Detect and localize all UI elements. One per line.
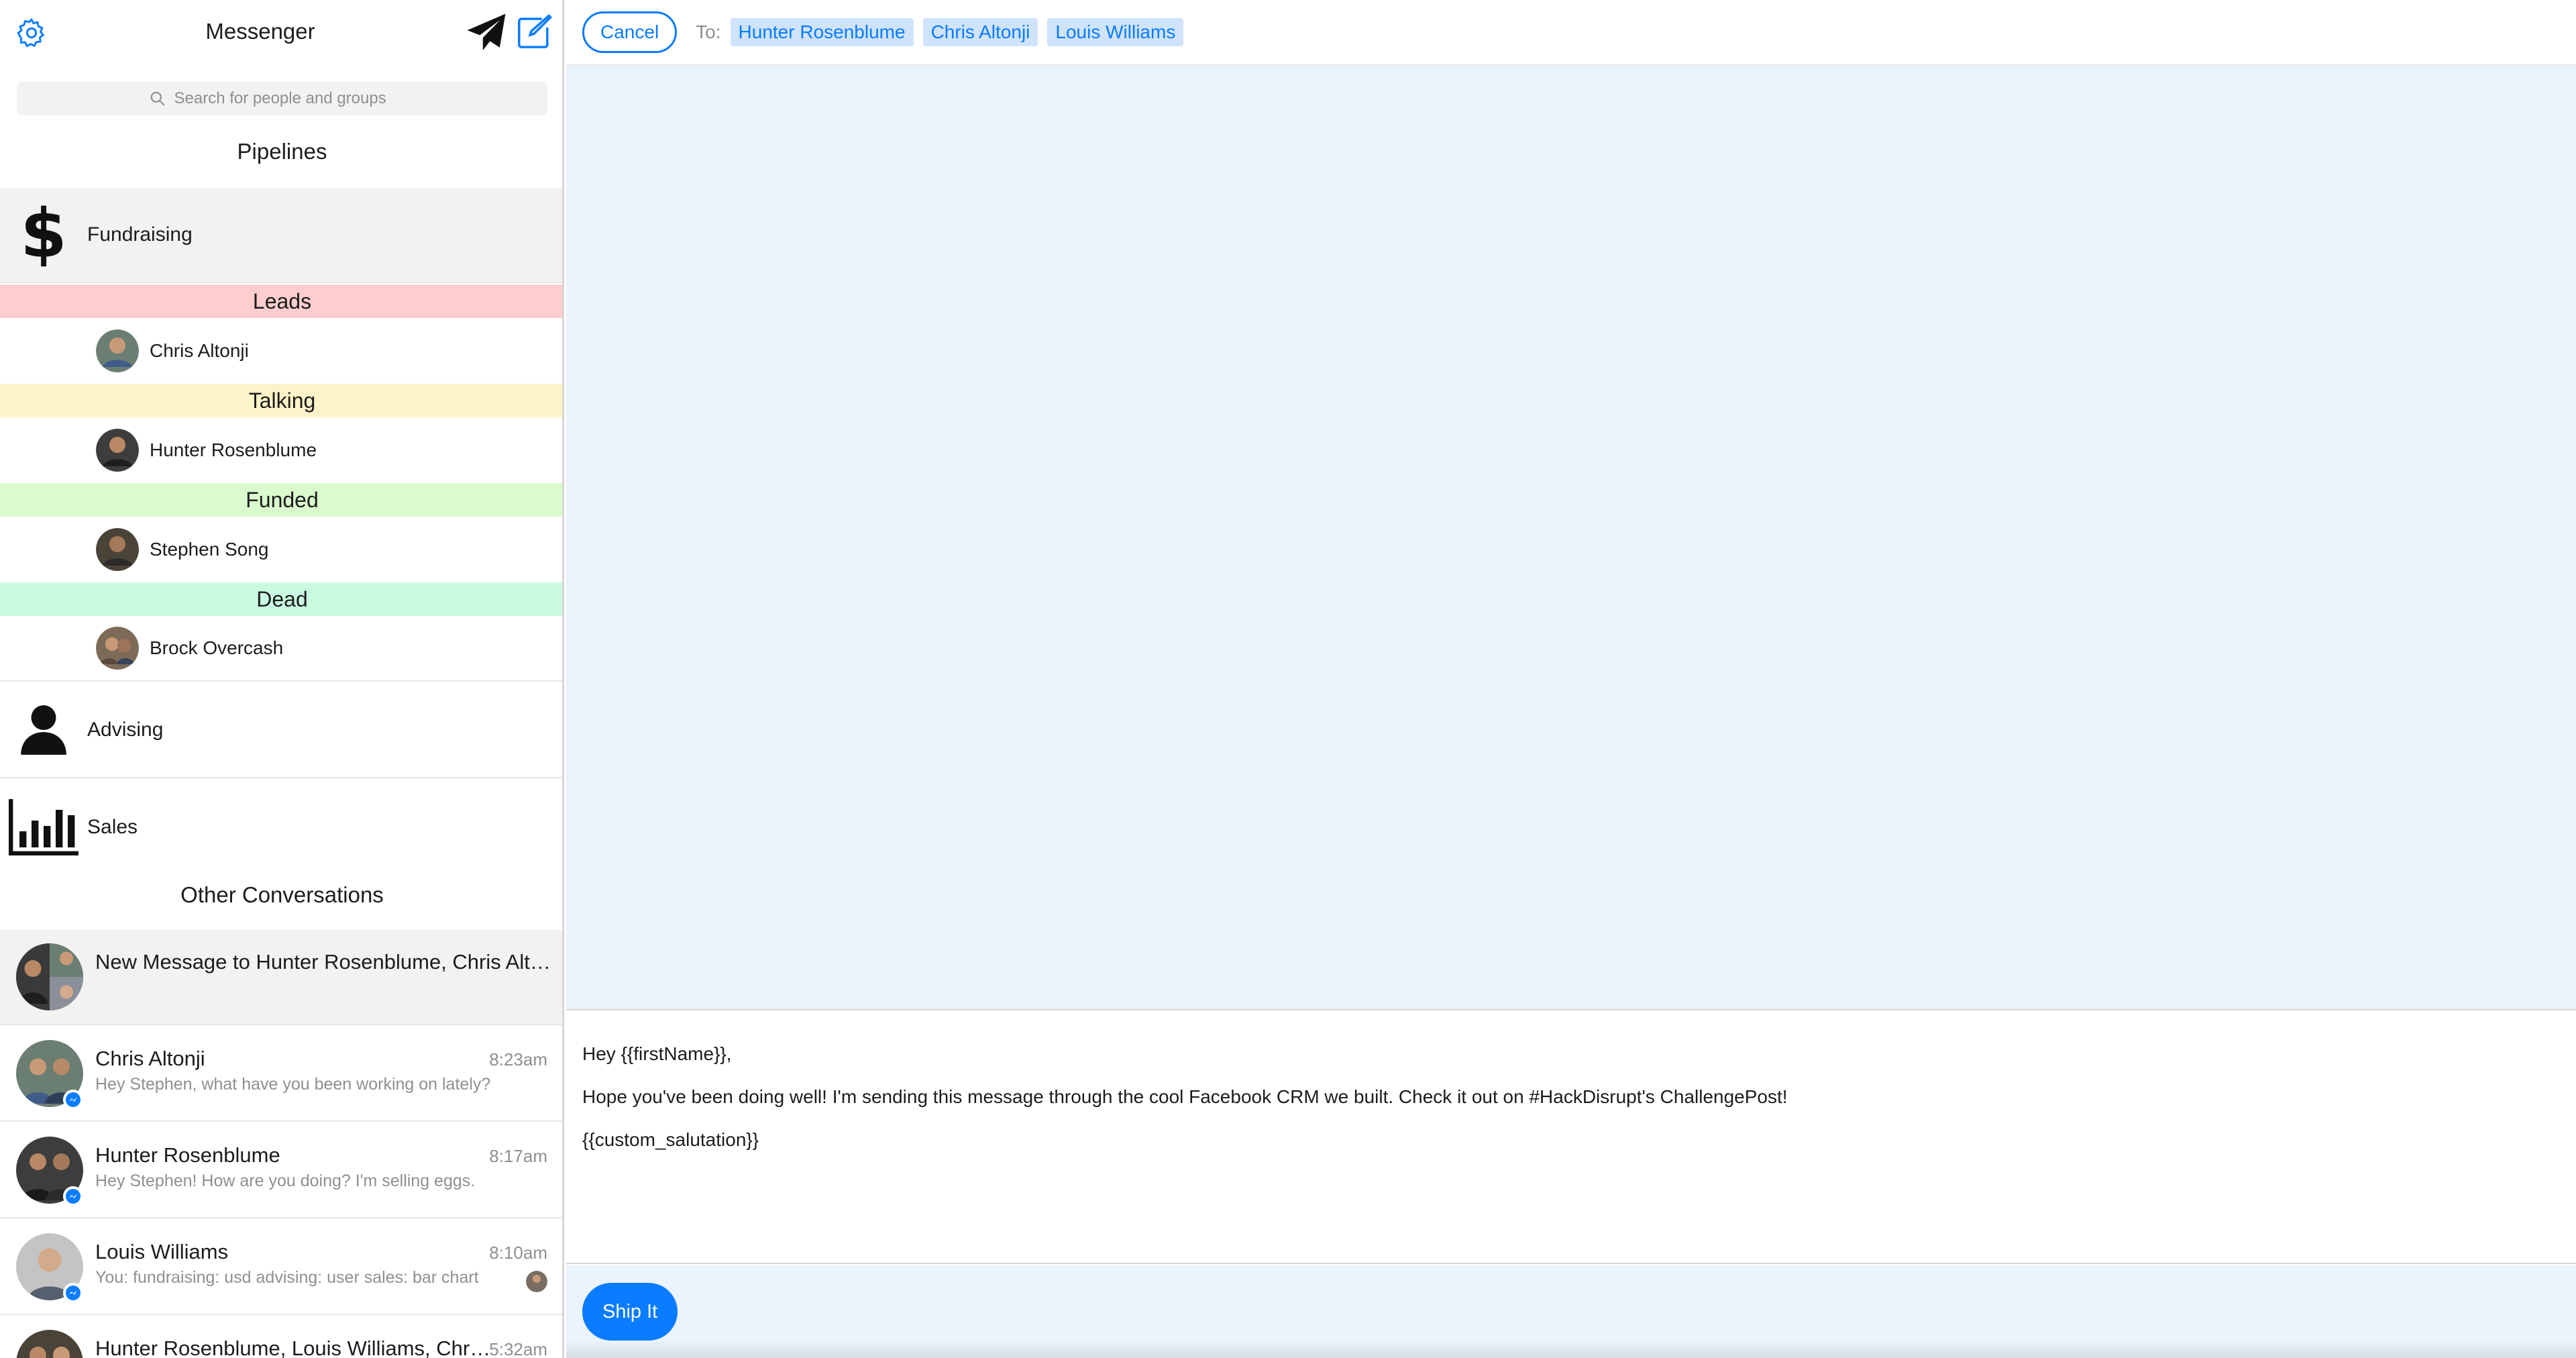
recipient-chip[interactable]: Chris Altonji <box>922 18 1038 46</box>
stage-talking: Talking <box>0 384 562 417</box>
conversation-name: Hunter Rosenblume <box>95 1143 280 1167</box>
person-icon <box>21 705 66 755</box>
pipelines-heading: Pipelines <box>237 139 327 164</box>
avatar <box>96 429 139 472</box>
conversation-time: 8:10am <box>489 1243 547 1263</box>
avatar <box>96 329 139 372</box>
seen-avatar <box>526 1271 547 1292</box>
recipient-bar: Cancel To: Hunter Rosenblume Chris Alton… <box>566 0 2576 66</box>
avatar <box>96 528 139 571</box>
stage-label: Funded <box>246 488 319 512</box>
stage-person-row[interactable]: Hunter Rosenblume <box>0 417 562 483</box>
conversation-time: 8:17am <box>489 1146 547 1166</box>
dollar-icon: $ <box>20 201 67 268</box>
message-composer[interactable]: Hey {{firstName}}, Hope you've been doin… <box>566 1012 2576 1264</box>
ship-it-button[interactable]: Ship It <box>582 1283 678 1341</box>
pipeline-label: Sales <box>87 816 138 838</box>
conversation-name: Hunter Rosenblume, Louis Williams, Chris… <box>95 1337 491 1358</box>
send-area: Ship It <box>566 1265 2576 1358</box>
person-name: Stephen Song <box>150 539 269 560</box>
other-conversations-heading: Other Conversations <box>180 882 384 907</box>
stage-funded: Funded <box>0 483 562 517</box>
message-thread <box>566 66 2576 1010</box>
search-icon <box>150 91 165 106</box>
conversation-pane: Cancel To: Hunter Rosenblume Chris Alton… <box>566 0 2576 1358</box>
search-input[interactable] <box>174 89 416 108</box>
search-bar[interactable] <box>17 82 547 115</box>
stage-leads: Leads <box>0 284 562 318</box>
bar-chart-icon <box>9 799 78 855</box>
recipient-chip[interactable]: Louis Williams <box>1047 18 1184 46</box>
app-title: Messenger <box>205 19 315 44</box>
compose-icon[interactable] <box>515 13 553 51</box>
conversation-preview: Hey Stephen! How are you doing? I'm sell… <box>95 1171 476 1190</box>
person-name: Brock Overcash <box>150 637 284 658</box>
person-name: Chris Altonji <box>150 340 249 361</box>
group-avatar <box>16 1330 83 1358</box>
bottom-shade <box>566 1341 2576 1358</box>
composer-line: {{custom_salutation}} <box>582 1129 759 1150</box>
stage-person-row[interactable]: Chris Altonji <box>0 318 562 384</box>
conversation-item[interactable]: Hunter Rosenblume 8:17am Hey Stephen! Ho… <box>0 1123 562 1218</box>
pipeline-label: Fundraising <box>87 223 193 246</box>
conversation-item[interactable]: Hunter Rosenblume, Louis Williams, Chris… <box>0 1316 562 1358</box>
messenger-badge-icon <box>63 1090 83 1110</box>
messenger-badge-icon <box>63 1283 83 1303</box>
stage-person-row[interactable]: Brock Overcash <box>0 616 562 682</box>
conversation-item[interactable]: Louis Williams 8:10am You: fundraising: … <box>0 1220 562 1315</box>
conversation-time: 5:32am <box>489 1339 547 1358</box>
stage-label: Leads <box>252 289 312 313</box>
sidebar-header: Messenger <box>0 0 562 67</box>
recipient-chip[interactable]: Hunter Rosenblume <box>730 18 914 46</box>
stage-label: Talking <box>248 388 316 413</box>
pipeline-advising[interactable]: Advising <box>0 683 562 778</box>
conversation-preview: Hey Stephen, what have you been working … <box>95 1075 491 1094</box>
group-avatar <box>16 943 83 1010</box>
conversation-name: Chris Altonji <box>95 1047 205 1070</box>
conversation-time: 8:23am <box>489 1049 547 1069</box>
conversation-preview: You: fundraising: usd advising: user sal… <box>95 1268 479 1287</box>
cancel-button[interactable]: Cancel <box>582 11 678 53</box>
composer-line: Hey {{firstName}}, <box>582 1043 732 1064</box>
conversation-item[interactable]: New Message to Hunter Rosenblume, Chris … <box>0 930 562 1025</box>
messenger-badge-icon <box>63 1186 83 1206</box>
stage-dead: Dead <box>0 582 562 616</box>
svg-text:$: $ <box>20 201 67 268</box>
paper-plane-icon[interactable] <box>466 12 507 54</box>
avatar <box>96 627 139 670</box>
sidebar: Messenger Pipelines $ Fundraising Leads … <box>0 0 564 1358</box>
person-name: Hunter Rosenblume <box>150 439 317 460</box>
conversation-name: New Message to Hunter Rosenblume, Chris … <box>95 950 551 974</box>
to-label: To: <box>696 21 721 42</box>
conversation-name: Louis Williams <box>95 1240 229 1263</box>
pipeline-fundraising[interactable]: $ Fundraising <box>0 188 562 283</box>
pipeline-label: Advising <box>87 719 164 741</box>
stage-label: Dead <box>256 587 308 611</box>
stage-person-row[interactable]: Stephen Song <box>0 517 562 582</box>
pipeline-sales[interactable]: Sales <box>0 780 562 875</box>
conversation-item[interactable]: Chris Altonji 8:23am Hey Stephen, what h… <box>0 1027 562 1122</box>
composer-line: Hope you've been doing well! I'm sending… <box>582 1086 1788 1107</box>
